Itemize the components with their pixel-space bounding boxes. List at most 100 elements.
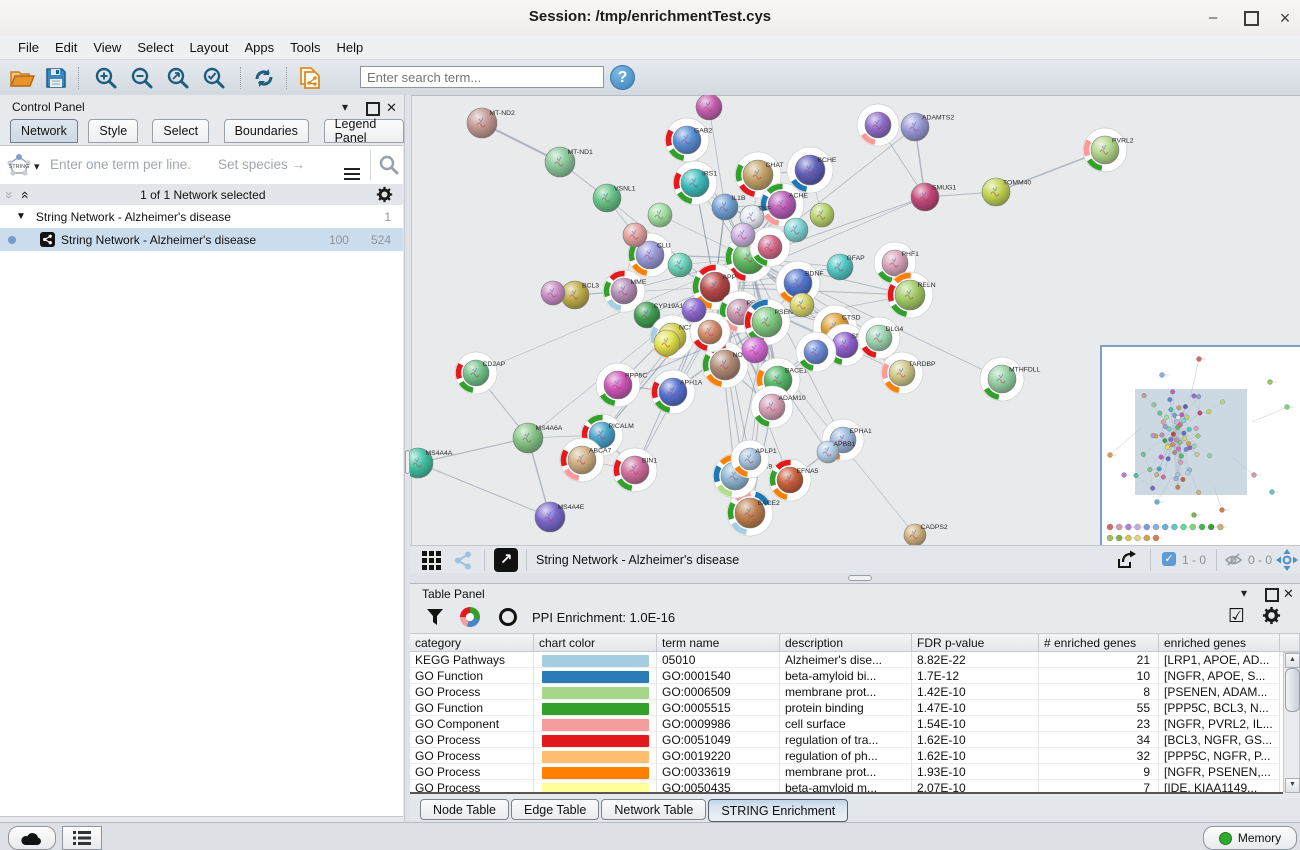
network-node[interactable]: [865, 112, 891, 138]
menu-help[interactable]: Help: [329, 38, 372, 57]
column-header-fdr-p-value[interactable]: FDR p-value: [912, 633, 1039, 652]
cell-description[interactable]: membrane prot...: [780, 764, 912, 780]
open-session-button[interactable]: [8, 65, 36, 91]
panel-collapse-icon[interactable]: ▾: [342, 100, 348, 114]
table-row[interactable]: GO ComponentGO:0009986cell surface1.54E-…: [410, 716, 1283, 732]
cell-fdr-p-value[interactable]: 1.62E-10: [912, 748, 1039, 764]
cell-fdr-p-value[interactable]: 1.47E-10: [912, 700, 1039, 716]
cell-fdr-p-value[interactable]: 1.42E-10: [912, 684, 1039, 700]
cell-description[interactable]: beta-amyloid m...: [780, 780, 912, 794]
cell-chart-color[interactable]: [534, 748, 657, 764]
menu-file[interactable]: File: [10, 38, 47, 57]
horizontal-splitter[interactable]: [410, 573, 1300, 583]
network-node[interactable]: [758, 235, 782, 259]
cell-enriched-genes[interactable]: [PPP5C, BCL3, N...: [1159, 700, 1280, 716]
draw-charts-icon[interactable]: [460, 607, 480, 627]
cell-enriched-genes[interactable]: [PSENEN, ADAM...: [1159, 684, 1280, 700]
select-rows-icon[interactable]: ☑: [1228, 605, 1245, 628]
cell-category[interactable]: KEGG Pathways: [410, 652, 534, 668]
table-row[interactable]: GO ProcessGO:0006509membrane prot...1.42…: [410, 684, 1283, 700]
table-row[interactable]: GO FunctionGO:0005515protein binding1.47…: [410, 700, 1283, 716]
enrichment-settings-gear-icon[interactable]: [1262, 606, 1281, 625]
cell-chart-color[interactable]: [534, 716, 657, 732]
cell--enriched-genes[interactable]: 32: [1039, 748, 1159, 764]
cell-chart-color[interactable]: [534, 732, 657, 748]
cell-term-name[interactable]: 05010: [657, 652, 780, 668]
network-node[interactable]: [623, 223, 647, 247]
cell--enriched-genes[interactable]: 34: [1039, 732, 1159, 748]
scroll-thumb[interactable]: [1285, 668, 1300, 712]
menu-layout[interactable]: Layout: [181, 38, 236, 57]
cell-category[interactable]: GO Function: [410, 668, 534, 684]
network-node[interactable]: [654, 330, 680, 356]
cell-description[interactable]: Alzheimer's dise...: [780, 652, 912, 668]
open-in-window-icon[interactable]: ↗: [494, 548, 518, 572]
tab-boundaries[interactable]: Boundaries: [224, 119, 309, 143]
cell-enriched-genes[interactable]: [NGFR, PVRL2, IL...: [1159, 716, 1280, 732]
cell-term-name[interactable]: GO:0051049: [657, 732, 780, 748]
column-header--enriched-genes[interactable]: # enriched genes: [1039, 633, 1159, 652]
network-node[interactable]: [731, 223, 755, 247]
grid-mode-icon[interactable]: [422, 551, 441, 570]
cell--enriched-genes[interactable]: 21: [1039, 652, 1159, 668]
cell-fdr-p-value[interactable]: 1.62E-10: [912, 732, 1039, 748]
table-row[interactable]: KEGG Pathways05010Alzheimer's dise...8.8…: [410, 652, 1283, 668]
zoom-in-button[interactable]: [92, 65, 120, 91]
panel-float-icon[interactable]: [366, 102, 380, 116]
cell--enriched-genes[interactable]: 55: [1039, 700, 1159, 716]
tab-string-enrichment[interactable]: STRING Enrichment: [708, 799, 848, 822]
share-view-icon[interactable]: [454, 551, 473, 570]
cell--enriched-genes[interactable]: 23: [1039, 716, 1159, 732]
network-node[interactable]: [696, 95, 722, 120]
menu-tools[interactable]: Tools: [282, 38, 328, 57]
cell-chart-color[interactable]: [534, 700, 657, 716]
collapse-all-icon[interactable]: »: [5, 191, 15, 199]
cell-category[interactable]: GO Component: [410, 716, 534, 732]
cell--enriched-genes[interactable]: 9: [1039, 764, 1159, 780]
zoom-fit-button[interactable]: [164, 65, 192, 91]
network-node[interactable]: [742, 337, 768, 363]
cell-category[interactable]: GO Process: [410, 732, 534, 748]
tab-network-table[interactable]: Network Table: [601, 799, 706, 820]
task-list-button[interactable]: [62, 826, 102, 850]
menu-apps[interactable]: Apps: [237, 38, 283, 57]
filter-icon[interactable]: [426, 608, 444, 626]
cell-description[interactable]: protein binding: [780, 700, 912, 716]
cell-term-name[interactable]: GO:0006509: [657, 684, 780, 700]
memory-button[interactable]: Memory: [1203, 826, 1297, 850]
string-search-icon[interactable]: [378, 154, 400, 176]
table-row[interactable]: GO FunctionGO:0001540beta-amyloid bi...1…: [410, 668, 1283, 684]
network-node[interactable]: [698, 320, 722, 344]
birdseye-canvas[interactable]: [1102, 347, 1296, 541]
panel-collapse-icon[interactable]: ▾: [1241, 586, 1247, 600]
cell-fdr-p-value[interactable]: 1.93E-10: [912, 764, 1039, 780]
network-node[interactable]: [790, 293, 814, 317]
clone-network-button[interactable]: [296, 65, 324, 91]
splitter-grip[interactable]: [848, 575, 872, 581]
network-node[interactable]: [541, 281, 565, 305]
cell-enriched-genes[interactable]: [NGFR, APOE, S...: [1159, 668, 1280, 684]
cell--enriched-genes[interactable]: 7: [1039, 780, 1159, 794]
cell-term-name[interactable]: GO:0005515: [657, 700, 780, 716]
string-logo-icon[interactable]: STRING: [6, 153, 32, 177]
cell-chart-color[interactable]: [534, 684, 657, 700]
help-button[interactable]: ?: [610, 65, 635, 90]
cell-category[interactable]: GO Process: [410, 780, 534, 794]
table-row[interactable]: GO Process GO:0051049regulation of tra...…: [410, 732, 1283, 748]
refresh-button[interactable]: [250, 65, 278, 91]
column-header-term-name[interactable]: term name: [657, 633, 780, 652]
network-collection-row[interactable]: ▼ String Network - Alzheimer's disease 1: [0, 205, 403, 228]
birdseye-view[interactable]: [1100, 345, 1300, 547]
cell-chart-color[interactable]: [534, 668, 657, 684]
cell-term-name[interactable]: GO:0019220: [657, 748, 780, 764]
string-dropdown-caret[interactable]: ▾: [34, 160, 40, 173]
panel-float-icon[interactable]: [1265, 588, 1279, 602]
cloud-button[interactable]: [8, 826, 56, 850]
tree-expander-icon[interactable]: ▼: [16, 211, 26, 222]
reset-charts-icon[interactable]: [498, 607, 518, 627]
cell-fdr-p-value[interactable]: 1.54E-10: [912, 716, 1039, 732]
tab-node-table[interactable]: Node Table: [420, 799, 509, 820]
cell-enriched-genes[interactable]: [LRP1, APOE, AD...: [1159, 652, 1280, 668]
cell-description[interactable]: regulation of tra...: [780, 732, 912, 748]
scroll-up-icon[interactable]: ▲: [1285, 653, 1300, 668]
